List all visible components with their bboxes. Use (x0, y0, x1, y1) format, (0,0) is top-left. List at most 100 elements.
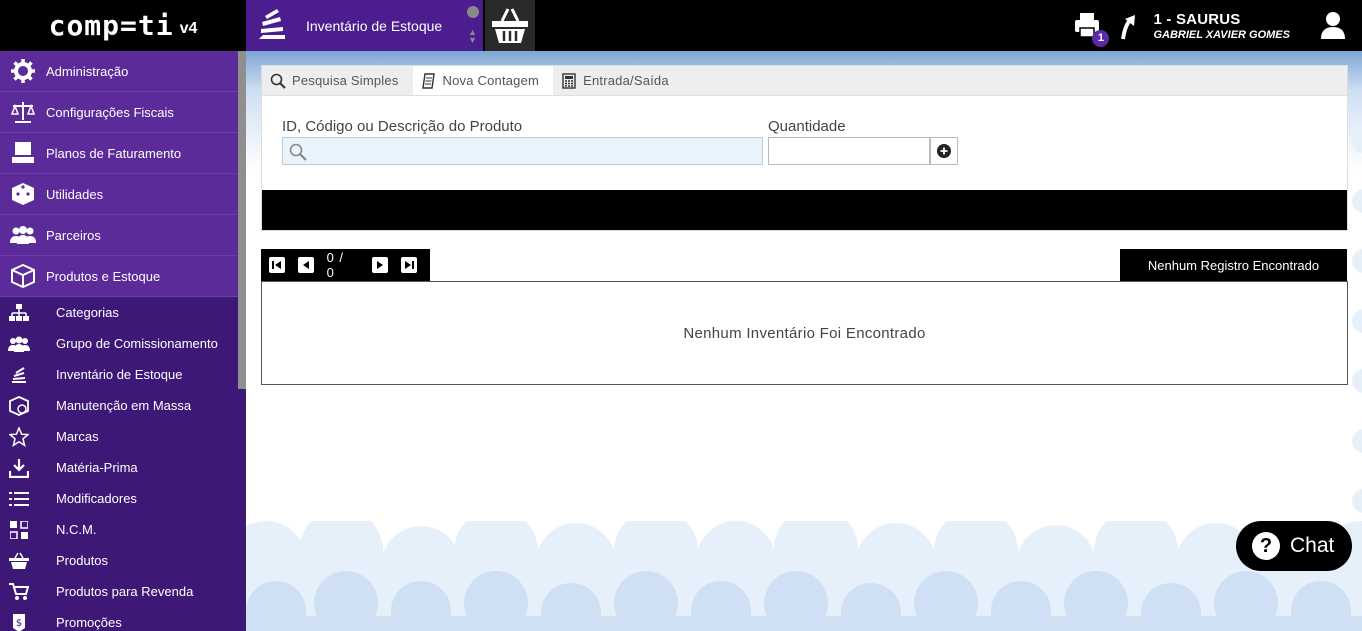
add-quantity-button[interactable] (930, 137, 958, 165)
sidebar-subitem-label: Modificadores (56, 491, 137, 506)
tab-move-icon[interactable]: ▲ ▼ (468, 28, 477, 45)
sidebar-subitem-label: Categorias (56, 305, 119, 320)
prev-page-button[interactable] (297, 257, 314, 273)
sidebar-subitem-categorias[interactable]: Categorias (0, 297, 238, 328)
sidebar: Administração Configurações Fiscais Plan… (0, 51, 246, 631)
page-count: 0 / 0 (326, 250, 345, 280)
chat-button[interactable]: ? Chat (1236, 521, 1352, 571)
scales-icon (0, 101, 46, 123)
sidebar-subitem-grupo-comissionamento[interactable]: Grupo de Comissionamento (0, 328, 238, 359)
plus-circle-icon (937, 144, 951, 158)
sidebar-item-label: Planos de Faturamento (46, 145, 182, 161)
gear-icon (0, 59, 46, 83)
tab-label: Pesquisa Simples (292, 73, 399, 88)
prev-page-icon (302, 261, 309, 269)
dice-icon (0, 182, 46, 206)
sidebar-item-label: Produtos e Estoque (46, 268, 161, 284)
pagination: 0 / 0 (261, 249, 430, 281)
first-page-button[interactable] (269, 257, 285, 273)
sidebar-subitem-produtos-revenda[interactable]: Produtos para Revenda (0, 576, 238, 607)
sidebar-subitem-promocoes[interactable]: $ Promoções (0, 607, 238, 631)
tab-pesquisa-simples[interactable]: Pesquisa Simples (262, 66, 413, 95)
tab-entrada-saida[interactable]: Entrada/Saída (553, 66, 683, 95)
last-page-button[interactable] (401, 257, 417, 273)
panel-tabs: Pesquisa Simples Nova Contagem Entrada/S… (262, 66, 1347, 96)
mass-edit-icon (0, 395, 38, 416)
brand-name: comp=ti (48, 9, 174, 42)
sidebar-item-parceiros[interactable]: Parceiros (0, 215, 238, 256)
open-tab-label: Inventário de Estoque (306, 17, 443, 34)
hierarchy-icon (0, 303, 38, 322)
sidebar-subitem-label: Produtos (56, 553, 109, 568)
sidebar-subitem-label: Matéria-Prima (56, 460, 138, 475)
user-info[interactable]: 1 - SAURUS GABRIEL XAVIER GOMES (1153, 11, 1290, 41)
sidebar-subitem-label: Manutenção em Massa (56, 398, 192, 413)
sidebar-subitem-modificadores[interactable]: Modificadores (0, 483, 238, 514)
main-content: Pesquisa Simples Nova Contagem Entrada/S… (246, 51, 1362, 631)
clouds-side-decoration (1352, 129, 1362, 513)
user-menu-button[interactable] (1320, 11, 1350, 41)
sidebar-subitem-ncm[interactable]: N.C.M. (0, 514, 238, 545)
panel-footer-bar (262, 190, 1347, 230)
star-icon (0, 426, 38, 447)
tag-icon: $ (0, 613, 38, 631)
sidebar-item-label: Utilidades (46, 186, 104, 202)
sidebar-subitem-label: Promoções (56, 615, 122, 630)
sidebar-subitem-materia-prima[interactable]: Matéria-Prima (0, 452, 238, 483)
quantity-label: Quantidade (768, 118, 846, 135)
cart-icon (0, 582, 38, 602)
basket-icon (0, 552, 38, 570)
sidebar-subitem-label: N.C.M. (56, 522, 97, 537)
magnifier-icon (270, 73, 286, 89)
sidebar-item-administracao[interactable]: Administração (0, 51, 238, 92)
sidebar-item-produtos-estoque[interactable]: Produtos e Estoque (0, 256, 238, 297)
sidebar-subitem-produtos[interactable]: Produtos (0, 545, 238, 576)
basket-tab[interactable] (485, 0, 535, 51)
inventory-icon (0, 366, 38, 384)
billing-icon (0, 141, 46, 165)
sidebar-scrollbar[interactable] (238, 51, 246, 389)
inventory-panel: Pesquisa Simples Nova Contagem Entrada/S… (261, 65, 1348, 231)
print-queue-badge: 1 (1092, 29, 1110, 47)
sidebar-item-label: Configurações Fiscais (46, 104, 174, 120)
close-tab-icon[interactable] (467, 6, 479, 18)
grid-icon (0, 520, 38, 539)
next-page-button[interactable] (372, 257, 389, 273)
product-search-input[interactable] (282, 137, 763, 165)
sidebar-scrollbar-track[interactable] (238, 389, 246, 631)
sidebar-subitem-marcas[interactable]: Marcas (0, 421, 238, 452)
notepad-icon (421, 72, 435, 89)
sidebar-item-planos-faturamento[interactable]: Planos de Faturamento (0, 133, 238, 174)
svg-text:$: $ (16, 618, 22, 629)
sidebar-subitem-inventario-estoque[interactable]: Inventário de Estoque (0, 359, 238, 390)
app-logo[interactable]: comp=ti v4 (0, 0, 246, 51)
first-page-icon (271, 261, 281, 269)
group-icon (0, 336, 38, 352)
sidebar-subitem-manutencao-massa[interactable]: Manutenção em Massa (0, 390, 238, 421)
tab-label: Entrada/Saída (583, 73, 669, 88)
sidebar-item-config-fiscais[interactable]: Configurações Fiscais (0, 92, 238, 133)
arrow-up-icon (1121, 14, 1136, 39)
tab-label: Nova Contagem (442, 73, 540, 88)
sidebar-item-utilidades[interactable]: Utilidades (0, 174, 238, 215)
upload-button[interactable] (1117, 11, 1141, 41)
next-page-icon (377, 261, 384, 269)
sidebar-subitem-label: Grupo de Comissionamento (56, 336, 218, 351)
empty-message: Nenhum Inventário Foi Encontrado (683, 324, 926, 342)
printer-button[interactable]: 1 (1073, 11, 1110, 47)
user-icon (1321, 11, 1345, 39)
quantity-input[interactable] (768, 137, 930, 165)
sidebar-subitem-label: Marcas (56, 429, 99, 444)
last-page-icon (405, 261, 415, 269)
calculator-icon (562, 72, 576, 89)
sidebar-item-label: Parceiros (46, 227, 101, 243)
sidebar-subitem-label: Produtos para Revenda (56, 584, 194, 599)
sidebar-subitem-label: Inventário de Estoque (56, 367, 183, 382)
box-icon (0, 264, 46, 288)
company-name: 1 - SAURUS (1153, 10, 1241, 28)
tab-nova-contagem[interactable]: Nova Contagem (412, 66, 554, 95)
product-search-label: ID, Código ou Descrição do Produto (282, 118, 523, 135)
download-icon (0, 458, 38, 478)
open-tab-inventario[interactable]: Inventário de Estoque ▲ ▼ (246, 0, 483, 51)
help-icon: ? (1252, 532, 1280, 560)
